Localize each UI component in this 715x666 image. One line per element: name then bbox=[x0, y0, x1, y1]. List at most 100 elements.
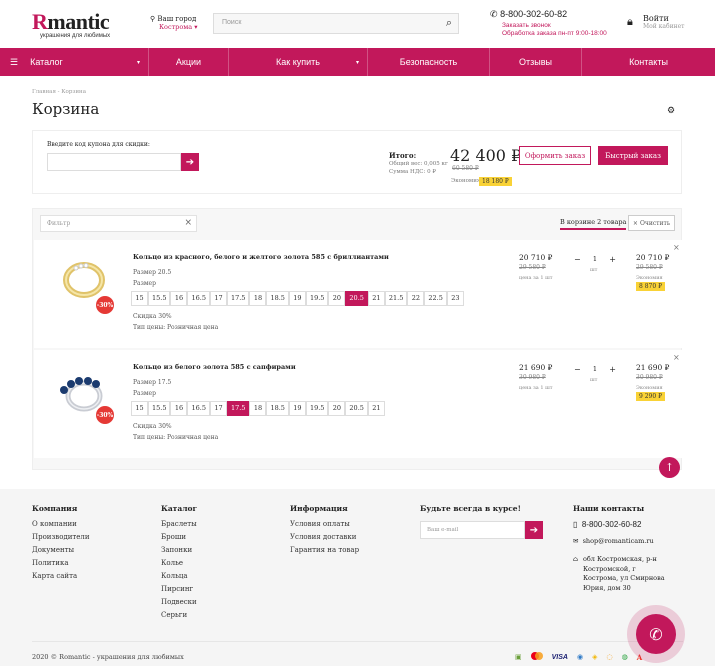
footer-link[interactable]: Броши bbox=[161, 531, 197, 544]
remove-item-icon[interactable]: × bbox=[673, 353, 680, 362]
location-selector[interactable]: ⚲ Ваш город Кострома ▾ bbox=[150, 15, 198, 31]
coupon-apply-button[interactable]: ➔ bbox=[181, 153, 199, 171]
size-option[interactable]: 16.5 bbox=[187, 291, 210, 306]
footer-link[interactable]: Колье bbox=[161, 557, 197, 570]
call-button[interactable]: ✆ bbox=[627, 605, 685, 663]
search-input[interactable]: Поиск ⌕ bbox=[213, 13, 459, 34]
footer-link[interactable]: Условия доставки bbox=[290, 531, 359, 544]
size-option[interactable]: 18 bbox=[249, 291, 267, 306]
footer-link[interactable]: Серьги bbox=[161, 609, 197, 622]
nav-item-contacts[interactable]: Контакты bbox=[582, 48, 715, 76]
item-title[interactable]: Кольцо из красного, белого и желтого зол… bbox=[133, 253, 389, 261]
item-sum: 20 710 ₽ bbox=[636, 253, 670, 262]
scroll-top-button[interactable]: ↑ bbox=[659, 457, 680, 478]
nav-item-reviews[interactable]: Отзывы bbox=[490, 48, 582, 76]
chevron-down-icon: ▾ bbox=[355, 59, 359, 66]
size-option[interactable]: 19 bbox=[288, 291, 306, 306]
basket-count[interactable]: В корзине 2 товара bbox=[560, 218, 627, 230]
qty-value[interactable]: 1 bbox=[593, 365, 597, 373]
login-link[interactable]: 🔒︎ Войти Мой кабинет bbox=[627, 14, 684, 30]
item-old-sum: 30 980 ₽ bbox=[636, 374, 663, 381]
size-option[interactable]: 17.5 bbox=[226, 401, 250, 416]
footer-link[interactable]: Пирсинг bbox=[161, 583, 197, 596]
size-option[interactable]: 17.5 bbox=[226, 291, 250, 306]
quantity-stepper[interactable]: − 1 + bbox=[574, 362, 616, 376]
quantity-stepper[interactable]: − 1 + bbox=[574, 252, 616, 266]
item-discount: Скидка 30% bbox=[133, 313, 172, 320]
size-option[interactable]: 21 bbox=[367, 401, 385, 416]
footer-email[interactable]: shop@romanticam.ru bbox=[583, 537, 654, 545]
email-field[interactable]: Ваш e-mail bbox=[420, 521, 525, 539]
nav-item-security[interactable]: Безопасность bbox=[368, 48, 490, 76]
plus-icon[interactable]: + bbox=[609, 365, 616, 374]
clear-basket-button[interactable]: × Очистить bbox=[628, 215, 675, 231]
search-icon[interactable]: ⌕ bbox=[446, 17, 452, 30]
size-option[interactable]: 18 bbox=[249, 401, 267, 416]
footer-address: ⌂ обл Костромская, р-н Костромской, г Кост… bbox=[573, 555, 703, 593]
filter-input[interactable]: Фильтр × bbox=[40, 215, 197, 232]
footer-link[interactable]: Условия оплаты bbox=[290, 518, 359, 531]
footer-link[interactable]: Гарантия на товар bbox=[290, 544, 359, 557]
size-option[interactable]: 23 bbox=[446, 291, 464, 306]
footer-link[interactable]: Производители bbox=[32, 531, 90, 544]
minus-icon[interactable]: − bbox=[574, 255, 581, 264]
size-option[interactable]: 18.5 bbox=[266, 291, 289, 306]
footer-link[interactable]: Документы bbox=[32, 544, 90, 557]
checkout-button[interactable]: Оформить заказ bbox=[519, 146, 591, 165]
footer-link[interactable]: Кольца bbox=[161, 570, 197, 583]
size-option[interactable]: 20 bbox=[328, 401, 346, 416]
size-option[interactable]: 16.5 bbox=[187, 401, 210, 416]
plus-icon[interactable]: + bbox=[609, 255, 616, 264]
breadcrumb[interactable]: Главная - Корзина bbox=[32, 89, 86, 95]
location-pin-icon: ⚲ bbox=[150, 15, 156, 23]
header-phone[interactable]: 8-800-302-60-82 bbox=[500, 9, 567, 19]
nav-item-promo[interactable]: Акции bbox=[149, 48, 229, 76]
coupon-panel: Введите код купона для скидки: ➔ Итого: … bbox=[32, 130, 682, 194]
size-option[interactable]: 22.5 bbox=[424, 291, 447, 306]
size-option[interactable]: 20.5 bbox=[345, 401, 368, 416]
settings-icon[interactable]: ⚙ bbox=[667, 106, 675, 116]
coupon-input[interactable] bbox=[47, 153, 181, 171]
nav-catalog[interactable]: ☰ Каталог ▾ bbox=[0, 48, 149, 76]
size-option[interactable]: 21 bbox=[367, 291, 385, 306]
location-city[interactable]: Кострома bbox=[159, 23, 192, 31]
footer-link[interactable]: Подвески bbox=[161, 596, 197, 609]
quick-order-button[interactable]: Быстрый заказ bbox=[598, 146, 668, 165]
size-option[interactable]: 16 bbox=[170, 401, 188, 416]
size-option[interactable]: 15 bbox=[131, 401, 148, 416]
size-option[interactable]: 17 bbox=[209, 291, 227, 306]
remove-item-icon[interactable]: × bbox=[673, 243, 680, 252]
size-option[interactable]: 17 bbox=[209, 401, 227, 416]
total-saving-label: Экономия bbox=[451, 178, 481, 184]
item-title[interactable]: Кольцо из белого золота 585 с сапфирами bbox=[133, 363, 296, 371]
size-option[interactable]: 19 bbox=[288, 401, 306, 416]
footer-link[interactable]: Карта сайта bbox=[32, 570, 90, 583]
minus-icon[interactable]: − bbox=[574, 365, 581, 374]
phone-icon: ▯ bbox=[573, 520, 578, 529]
size-option[interactable]: 20.5 bbox=[345, 291, 368, 306]
size-option[interactable]: 16 bbox=[170, 291, 188, 306]
size-option[interactable]: 15.5 bbox=[148, 401, 171, 416]
size-option[interactable]: 21.5 bbox=[384, 291, 408, 306]
logo[interactable]: Rmantic bbox=[32, 9, 110, 35]
footer-link[interactable]: О компании bbox=[32, 518, 90, 531]
size-option[interactable]: 22 bbox=[407, 291, 425, 306]
qty-value[interactable]: 1 bbox=[593, 255, 597, 263]
footer-link[interactable]: Запонки bbox=[161, 544, 197, 557]
size-option[interactable]: 19.5 bbox=[305, 401, 329, 416]
subscribe-button[interactable]: ➔ bbox=[525, 521, 543, 539]
sberbank-icon: ◍ bbox=[621, 653, 628, 661]
nav-item-how-to-buy[interactable]: Как купить ▾ bbox=[229, 48, 368, 76]
close-icon[interactable]: × bbox=[184, 218, 192, 228]
size-option[interactable]: 20 bbox=[328, 291, 346, 306]
size-selector: 15 15.5 16 16.5 17 17.5 18 18.5 19 19.5 20 20.5 21 21… bbox=[131, 291, 464, 306]
size-option[interactable]: 19.5 bbox=[305, 291, 329, 306]
size-option[interactable]: 18.5 bbox=[266, 401, 289, 416]
callback-link[interactable]: Заказать звонок bbox=[502, 22, 607, 29]
size-option[interactable]: 15 bbox=[131, 291, 148, 306]
size-option[interactable]: 15.5 bbox=[148, 291, 171, 306]
footer-link[interactable]: Политика bbox=[32, 557, 90, 570]
chevron-down-icon: ▾ bbox=[136, 59, 140, 66]
footer-link[interactable]: Браслеты bbox=[161, 518, 197, 531]
footer-phone[interactable]: 8-800-302-60-82 bbox=[582, 520, 642, 529]
